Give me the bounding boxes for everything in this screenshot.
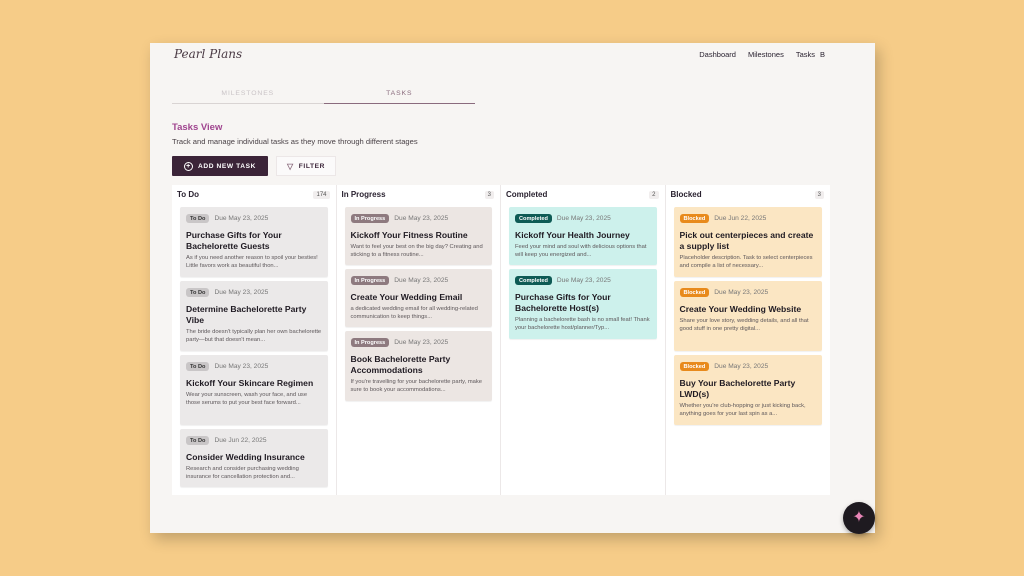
filter-button[interactable]: ▽ FILTER [276,156,336,176]
task-description: Placeholder description. Task to select … [679,255,813,269]
status-badge: To Do [186,436,210,445]
column-count: 3 [484,190,494,199]
column-header: Blocked 3 [666,185,831,204]
view-tabs: MILESTONES TASKS [172,88,475,104]
column-header: Completed 2 [501,185,665,204]
task-title: Kickoff Your Fitness Routine [350,230,468,240]
column-count: 2 [649,190,659,199]
task-title: Determine Bachelorette Party Vibe [186,304,307,325]
status-badge: Blocked [679,214,710,223]
status-badge: Completed [515,276,552,285]
column-completed: Completed 2 Completed Due May 23, 2025 Ki… [501,185,666,495]
due-date: Due May 23, 2025 [214,215,269,222]
task-card[interactable]: Blocked Due May 23, 2025 Create Your Wedd… [673,281,822,351]
due-date: Due Jun 22, 2025 [714,215,767,222]
add-new-task-label: ADD NEW TASK [198,162,256,170]
column-title: To Do [177,190,200,199]
kanban-board: To Do 174 To Do Due May 23, 2025 Purchase… [172,185,830,495]
due-date: Due May 23, 2025 [394,277,449,284]
app-logo[interactable]: Pearl Plans [174,47,242,61]
due-date: Due May 23, 2025 [394,339,449,346]
task-title: Purchase Gifts for Your Bachelorette Hos… [515,292,611,313]
task-title: Kickoff Your Skincare Regimen [186,378,314,388]
status-badge: To Do [186,288,210,297]
task-card[interactable]: Completed Due May 23, 2025 Kickoff Your H… [509,207,657,265]
task-description: The bride doesn't typically plan her own… [186,329,322,343]
status-badge: In Progress [350,214,390,223]
user-avatar[interactable]: B [820,50,825,59]
task-description: If you're travelling for your bacheloret… [350,379,483,393]
app-window: Pearl Plans Dashboard Milestones Tasks B… [150,43,875,533]
status-badge: Blocked [679,362,710,371]
task-description: Wear your sunscreen, wash your face, and… [186,392,308,406]
task-card[interactable]: To Do Due May 23, 2025 Kickoff Your Skinc… [180,355,328,425]
column-in-progress: In Progress 3 In Progress Due May 23, 202… [337,185,501,495]
sparkle-icon: ✦ [852,509,866,526]
task-card[interactable]: In Progress Due May 23, 2025 Kickoff Your… [344,207,492,265]
task-title: Create Your Wedding Email [350,292,463,302]
column-header: In Progress 3 [337,185,501,204]
nav-tasks[interactable]: Tasks [796,50,815,59]
nav-dashboard[interactable]: Dashboard [699,50,736,59]
status-badge: Completed [515,214,552,223]
column-header: To Do 174 [172,185,336,204]
column-todo: To Do 174 To Do Due May 23, 2025 Purchase… [172,185,337,495]
task-card[interactable]: Completed Due May 23, 2025 Purchase Gifts… [509,269,657,339]
task-title: Book Bachelorette Party Accommodations [350,354,451,375]
task-description: a dedicated wedding email for all weddin… [350,306,478,320]
task-title: Buy Your Bachelorette Party LWD(s) [679,378,796,399]
due-date: Due May 23, 2025 [714,363,769,370]
task-description: As if you need another reason to spoil y… [186,255,318,269]
column-title: Blocked [670,190,702,199]
task-description: Want to feel your best on the big day? C… [350,244,483,258]
page-subtitle: Track and manage individual tasks as the… [172,137,418,146]
add-new-task-button[interactable]: + ADD NEW TASK [172,156,268,176]
due-date: Due May 23, 2025 [714,289,769,296]
main-nav: Dashboard Milestones Tasks [699,50,815,59]
task-description: Share your love story, wedding details, … [679,318,809,332]
page-title: Tasks View [172,122,223,133]
task-description: Research and consider purchasing wedding… [186,466,299,480]
tab-tasks[interactable]: TASKS [323,88,475,104]
assistant-fab-button[interactable]: ✦ [843,502,875,534]
column-count: 174 [313,190,330,199]
column-title: In Progress [341,190,386,199]
status-badge: Blocked [679,288,710,297]
status-badge: To Do [186,362,210,371]
task-title: Kickoff Your Health Journey [515,230,630,240]
top-bar: Pearl Plans Dashboard Milestones Tasks B [150,43,875,71]
task-title: Create Your Wedding Website [679,304,802,314]
task-card[interactable]: In Progress Due May 23, 2025 Book Bachelo… [344,331,492,401]
status-badge: In Progress [350,276,390,285]
task-description: Whether you're club-hopping or just kick… [679,403,806,417]
plus-circle-icon: + [184,161,193,171]
due-date: Due May 23, 2025 [214,289,269,296]
nav-milestones[interactable]: Milestones [748,50,784,59]
due-date: Due May 23, 2025 [394,215,449,222]
due-date: Due Jun 22, 2025 [214,437,267,444]
task-card[interactable]: To Do Due May 23, 2025 Determine Bachelor… [180,281,328,351]
due-date: Due May 23, 2025 [556,215,611,222]
task-title: Consider Wedding Insurance [186,452,305,462]
task-title: Purchase Gifts for Your Bachelorette Gue… [186,230,282,251]
task-card[interactable]: To Do Due Jun 22, 2025 Consider Wedding I… [180,429,328,487]
task-card[interactable]: To Do Due May 23, 2025 Purchase Gifts for… [180,207,328,277]
filter-icon: ▽ [287,161,294,171]
due-date: Due May 23, 2025 [556,277,611,284]
task-description: Planning a bachelorette bash is no small… [515,317,650,331]
column-count: 3 [814,190,824,199]
status-badge: In Progress [350,338,390,347]
task-card[interactable]: Blocked Due Jun 22, 2025 Pick out centerp… [673,207,822,277]
filter-label: FILTER [298,162,325,170]
task-title: Pick out centerpieces and create a suppl… [679,230,814,251]
task-card[interactable]: In Progress Due May 23, 2025 Create Your … [344,269,492,327]
status-badge: To Do [186,214,210,223]
column-title: Completed [506,190,548,199]
task-description: Feed your mind and soul with delicious o… [515,244,647,258]
due-date: Due May 23, 2025 [214,363,269,370]
task-card[interactable]: Blocked Due May 23, 2025 Buy Your Bachelo… [673,355,822,425]
column-blocked: Blocked 3 Blocked Due Jun 22, 2025 Pick o… [666,185,831,495]
tab-milestones[interactable]: MILESTONES [172,88,324,104]
